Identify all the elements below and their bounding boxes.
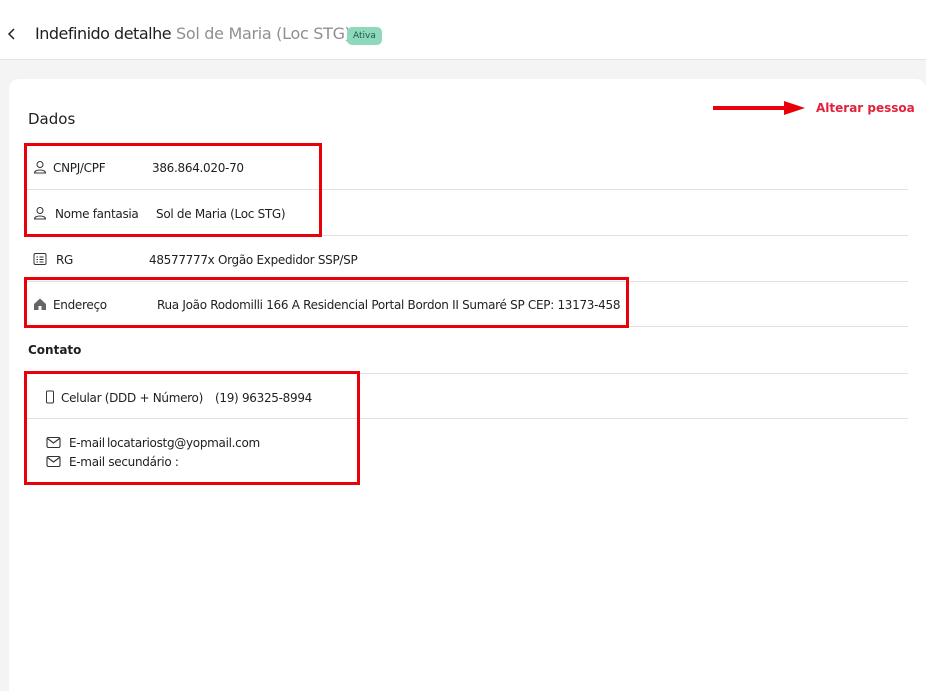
email-block: E-mail locatariostg@yopmail.com E-mail s…	[24, 420, 908, 480]
secondary-email-label: E-mail secundário :	[69, 455, 179, 469]
email-line: E-mail locatariostg@yopmail.com	[24, 434, 908, 454]
trade-name-value: Sol de Maria (Loc STG)	[156, 207, 286, 221]
cnpj-cpf-value: 386.864.020-70	[152, 161, 244, 175]
trade-name-label: Nome fantasia	[55, 207, 139, 221]
contact-section-title: Contato	[28, 343, 82, 357]
rg-label: RG	[56, 253, 74, 267]
phone-icon	[46, 390, 54, 404]
email-label: E-mail	[69, 436, 105, 450]
details-card: Dados Alterar pessoa CNPJ/CPF 386.864.02…	[9, 79, 926, 691]
dados-section-title: Dados	[28, 110, 76, 128]
phone-value: (19) 96325-8994	[215, 391, 312, 405]
user-icon	[33, 161, 47, 174]
rg-value: 48577777x Orgão Expedidor SSP/SP	[149, 253, 358, 267]
page-subtitle: Sol de Maria (Loc STG)	[176, 24, 351, 43]
cnpj-cpf-row: CNPJ/CPF 386.864.020-70	[24, 144, 908, 190]
user-icon	[33, 207, 47, 220]
address-label: Endereço	[53, 298, 107, 312]
home-icon	[34, 298, 46, 310]
page-header: Indefinido detalhe Sol de Maria (Loc STG…	[0, 0, 926, 60]
back-arrow-icon[interactable]	[6, 26, 18, 42]
status-badge: Ativa	[347, 27, 382, 45]
secondary-email-line: E-mail secundário :	[24, 453, 908, 473]
address-row: Endereço Rua João Rodomilli 166 A Reside…	[24, 281, 908, 327]
mail-icon	[46, 455, 61, 468]
mail-icon	[46, 436, 61, 449]
cnpj-cpf-label: CNPJ/CPF	[53, 161, 106, 175]
trade-name-row: Nome fantasia Sol de Maria (Loc STG)	[24, 190, 908, 236]
rg-row: RG 48577777x Orgão Expedidor SSP/SP	[24, 236, 908, 282]
page-title: Indefinido detalhe	[35, 24, 172, 43]
pointer-arrow-annotation	[713, 101, 805, 115]
email-value: locatariostg@yopmail.com	[107, 436, 260, 450]
id-card-icon	[33, 253, 47, 265]
phone-label: Celular (DDD + Número)	[61, 391, 203, 405]
address-value: Rua João Rodomilli 166 A Residencial Por…	[157, 298, 621, 312]
alter-person-link[interactable]: Alterar pessoa	[816, 101, 915, 115]
phone-row: Celular (DDD + Número) (19) 96325-8994	[24, 373, 908, 419]
